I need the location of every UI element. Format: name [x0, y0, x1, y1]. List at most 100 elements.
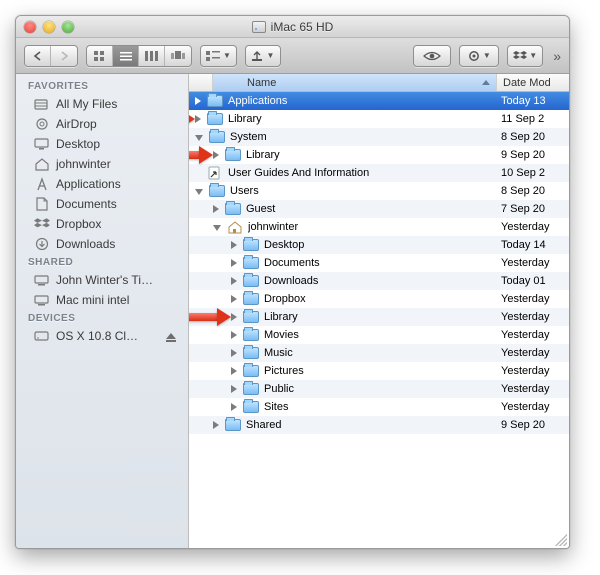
disclosure-triangle[interactable]: [213, 225, 221, 231]
disclosure-triangle[interactable]: [213, 151, 219, 159]
disclosure-triangle[interactable]: [231, 277, 237, 285]
sidebar-item[interactable]: OS X 10.8 Cl…: [16, 326, 188, 346]
disclosure-triangle[interactable]: [213, 421, 219, 429]
file-date: 8 Sep 20: [497, 131, 569, 143]
sidebar-item-label: OS X 10.8 Cl…: [56, 329, 138, 343]
sidebar-item-label: Dropbox: [56, 217, 101, 231]
eject-button[interactable]: [166, 333, 176, 339]
column-name[interactable]: Name: [213, 74, 497, 91]
file-row[interactable]: Library9 Sep 20: [189, 146, 569, 164]
file-row[interactable]: MoviesYesterday: [189, 326, 569, 344]
column-disclosure[interactable]: [189, 74, 213, 91]
sidebar-item[interactable]: John Winter's Ti…: [16, 270, 188, 290]
disclosure-triangle[interactable]: [231, 349, 237, 357]
file-row[interactable]: DesktopToday 14: [189, 236, 569, 254]
file-name: Guest: [246, 203, 497, 215]
sidebar-item[interactable]: Downloads: [16, 234, 188, 254]
dropbox-toolbar-button[interactable]: ▼: [508, 46, 542, 66]
file-name: Library: [264, 311, 497, 323]
back-button[interactable]: [25, 46, 51, 66]
file-date: Today 01: [497, 275, 569, 287]
file-row[interactable]: System8 Sep 20: [189, 128, 569, 146]
file-row[interactable]: PicturesYesterday: [189, 362, 569, 380]
folder-desk-icon: [243, 238, 259, 252]
sidebar-header[interactable]: DEVICES: [16, 310, 188, 326]
toolbar-overflow-button[interactable]: »: [551, 48, 561, 64]
view-list-button[interactable]: [113, 46, 139, 66]
file-row[interactable]: DocumentsYesterday: [189, 254, 569, 272]
resize-grip[interactable]: [555, 534, 567, 546]
disclosure-triangle[interactable]: [231, 259, 237, 267]
zoom-button[interactable]: [62, 21, 74, 33]
file-row[interactable]: User Guides And Information10 Sep 2: [189, 164, 569, 182]
disclosure-triangle[interactable]: [231, 295, 237, 303]
folder-mus-icon: [243, 346, 259, 360]
dropbox-icon: [34, 217, 50, 231]
file-date: 7 Sep 20: [497, 203, 569, 215]
share-button[interactable]: ▼: [246, 46, 280, 66]
file-row[interactable]: DropboxYesterday: [189, 290, 569, 308]
view-columns-button[interactable]: [139, 46, 165, 66]
folder-down-icon: [243, 274, 259, 288]
folder-pub-icon: [243, 382, 259, 396]
nav-group: [24, 45, 78, 67]
disclosure-triangle[interactable]: [195, 189, 203, 195]
disclosure-triangle[interactable]: [231, 385, 237, 393]
sidebar-item-label: Documents: [56, 197, 117, 211]
disclosure-triangle[interactable]: [231, 331, 237, 339]
window-title-text: iMac 65 HD: [271, 20, 334, 34]
action-menu-button[interactable]: ▼: [460, 46, 498, 66]
sidebar-item[interactable]: Desktop: [16, 134, 188, 154]
file-row[interactable]: SitesYesterday: [189, 398, 569, 416]
disclosure-triangle[interactable]: [231, 241, 237, 249]
file-row[interactable]: MusicYesterday: [189, 344, 569, 362]
shared-computer-icon: [34, 273, 50, 287]
file-row[interactable]: PublicYesterday: [189, 380, 569, 398]
view-icons-button[interactable]: [87, 46, 113, 66]
sidebar-item[interactable]: Dropbox: [16, 214, 188, 234]
disclosure-triangle[interactable]: [213, 205, 219, 213]
sidebar-item[interactable]: Applications: [16, 174, 188, 194]
sidebar-item[interactable]: AirDrop: [16, 114, 188, 134]
disclosure-triangle[interactable]: [231, 313, 237, 321]
disclosure-triangle[interactable]: [231, 403, 237, 411]
sidebar-item[interactable]: johnwinter: [16, 154, 188, 174]
file-row[interactable]: Guest7 Sep 20: [189, 200, 569, 218]
home-icon: [227, 220, 243, 234]
dropbox-icon: [513, 50, 527, 62]
sidebar-item-label: Mac mini intel: [56, 293, 129, 307]
column-date[interactable]: Date Mod: [497, 74, 569, 91]
file-date: Yesterday: [497, 329, 569, 341]
disclosure-triangle[interactable]: [231, 367, 237, 375]
file-row[interactable]: ApplicationsToday 13: [189, 92, 569, 110]
forward-button[interactable]: [51, 46, 77, 66]
sidebar-item[interactable]: All My Files: [16, 94, 188, 114]
titlebar[interactable]: iMac 65 HD: [16, 16, 569, 38]
file-date: Yesterday: [497, 311, 569, 323]
rows-container[interactable]: ApplicationsToday 13Library11 Sep 2Syste…: [189, 92, 569, 548]
sidebar-header[interactable]: SHARED: [16, 254, 188, 270]
file-row[interactable]: Users8 Sep 20: [189, 182, 569, 200]
view-coverflow-button[interactable]: [165, 46, 191, 66]
sidebar-item[interactable]: Documents: [16, 194, 188, 214]
file-row[interactable]: LibraryYesterday: [189, 308, 569, 326]
quicklook-button[interactable]: [414, 46, 450, 66]
file-date: Yesterday: [497, 383, 569, 395]
file-date: Today 13: [497, 95, 569, 107]
file-row[interactable]: Library11 Sep 2: [189, 110, 569, 128]
file-row[interactable]: Shared9 Sep 20: [189, 416, 569, 434]
disclosure-triangle[interactable]: [195, 115, 201, 123]
file-row[interactable]: DownloadsToday 01: [189, 272, 569, 290]
file-row[interactable]: johnwinterYesterday: [189, 218, 569, 236]
disclosure-triangle[interactable]: [195, 135, 203, 141]
disclosure-triangle[interactable]: [195, 97, 201, 105]
sidebar-item[interactable]: Mac mini intel: [16, 290, 188, 310]
sidebar-header[interactable]: FAVORITES: [16, 78, 188, 94]
arrange-button[interactable]: ▼: [201, 46, 236, 66]
alias-icon: [207, 166, 223, 180]
toolbar: ▼ ▼ ▼ ▼ »: [16, 38, 569, 74]
minimize-button[interactable]: [43, 21, 55, 33]
close-button[interactable]: [24, 21, 36, 33]
sidebar[interactable]: FAVORITESAll My FilesAirDropDesktopjohnw…: [16, 74, 189, 548]
column-header: Name Date Mod: [189, 74, 569, 92]
